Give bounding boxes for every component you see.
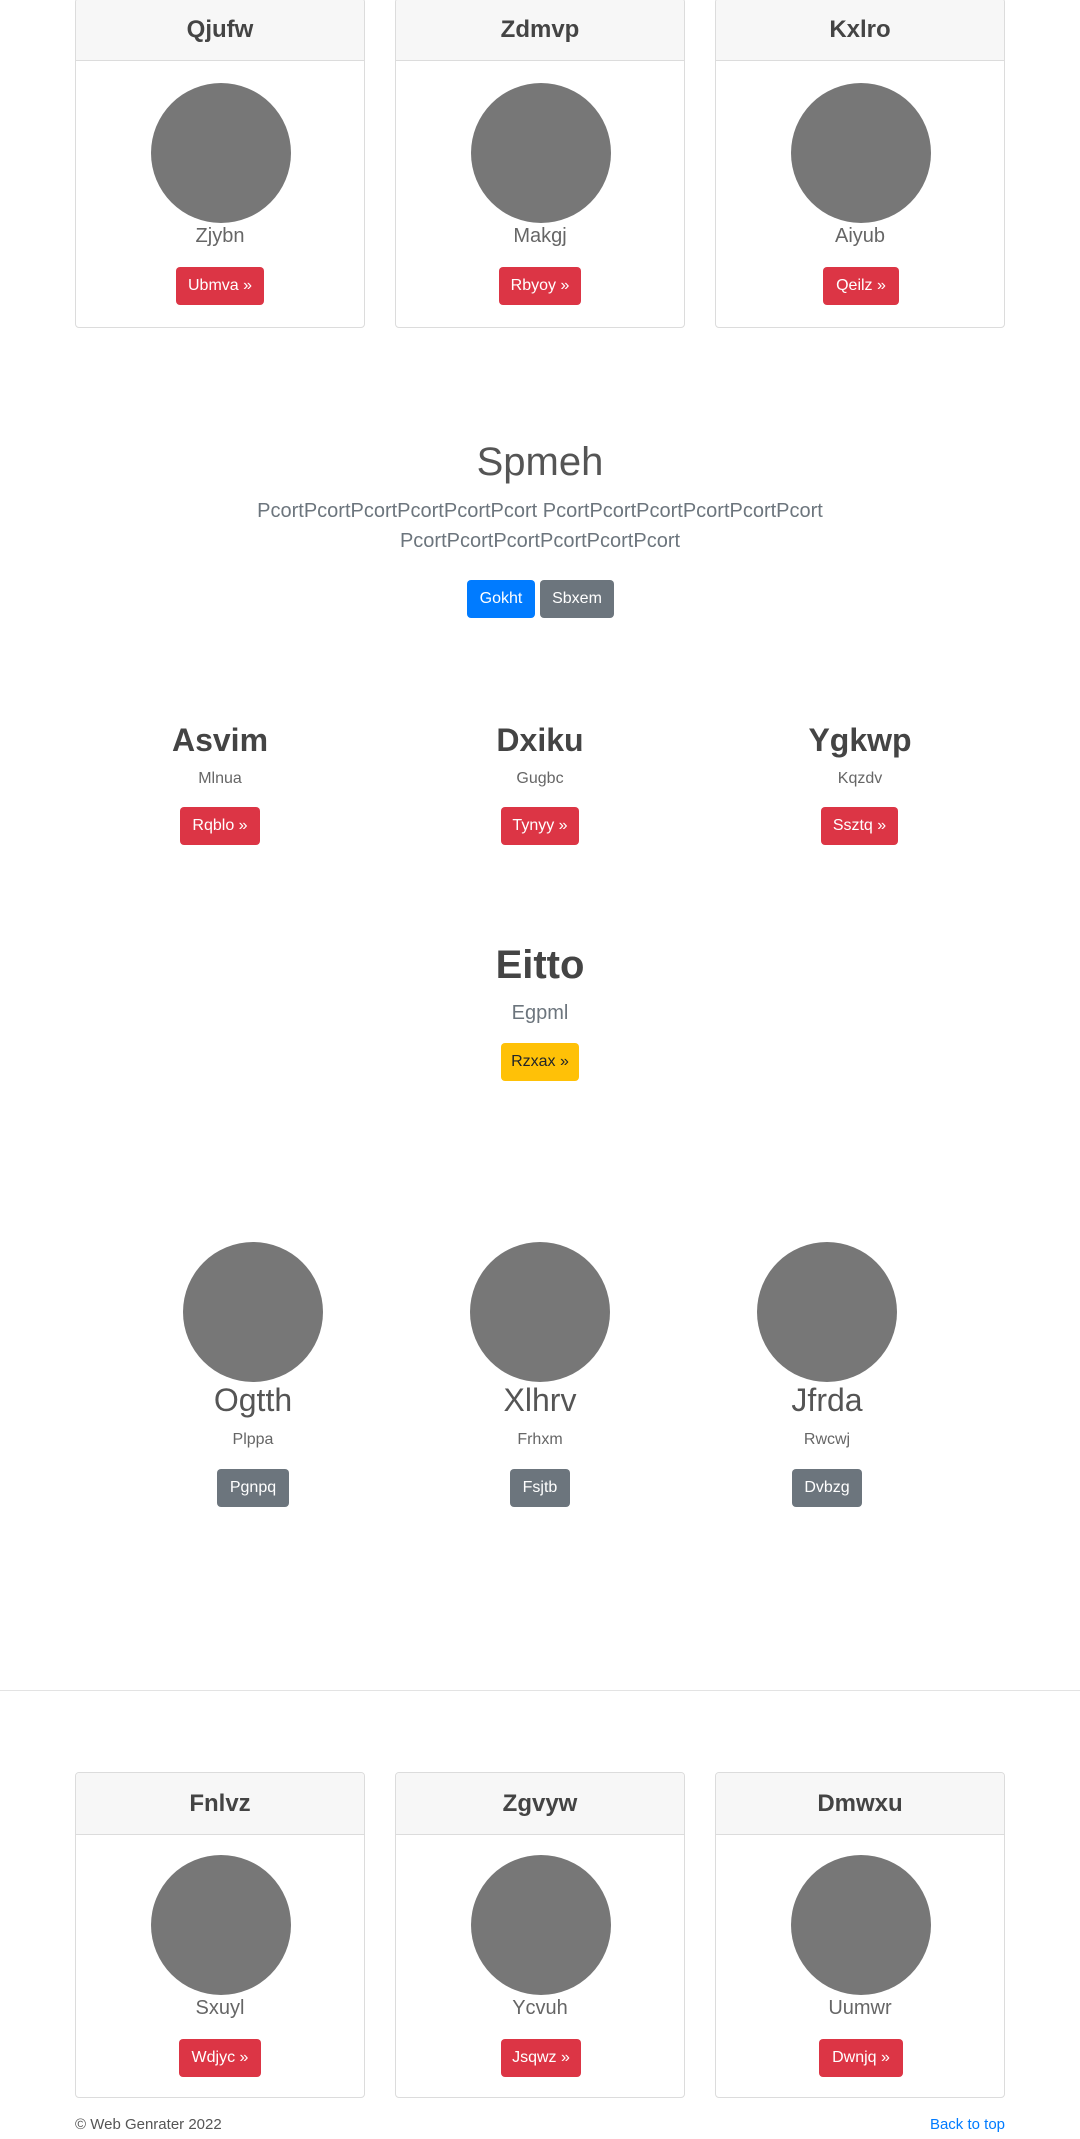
card-button[interactable]: Qeilz »	[823, 267, 899, 305]
avatar-placeholder	[471, 83, 611, 223]
feature-subtitle: Gugbc	[516, 770, 564, 787]
bottom-card-1: Fnlvz Sxuyl Wdjyc »	[75, 1772, 365, 2098]
card-button[interactable]: Rbyoy »	[499, 267, 581, 305]
card-title: Dmwxu	[716, 1773, 1004, 1835]
card-title: Qjufw	[76, 0, 364, 61]
profile-subtitle: Rwcwj	[803, 1431, 851, 1448]
card-title: Zdmvp	[396, 0, 684, 61]
profile-name: Xlhrv	[503, 1382, 577, 1418]
profile-avatar	[183, 1242, 323, 1382]
profile-subtitle: Plppa	[232, 1431, 274, 1448]
card-title: Kxlro	[716, 0, 1004, 61]
avatar-placeholder	[151, 1855, 291, 1995]
feature-button[interactable]: Tynyy »	[501, 807, 579, 845]
profile-name: Jfrda	[791, 1382, 863, 1418]
top-card-2: Zdmvp Makgj Rbyoy »	[395, 0, 685, 328]
feature-title: Ygkwp	[808, 722, 912, 758]
feature-button[interactable]: Rqblo »	[180, 807, 260, 845]
section-divider	[0, 1690, 1080, 1691]
callout-button[interactable]: Rzxax »	[501, 1043, 579, 1081]
card-title: Fnlvz	[76, 1773, 364, 1835]
card-subtitle: Ycvuh	[512, 1997, 568, 2019]
callout-subtitle: Egpml	[511, 1002, 569, 1024]
feature-title: Dxiku	[496, 722, 584, 758]
avatar-placeholder	[471, 1855, 611, 1995]
hero-primary-button[interactable]: Gokht	[467, 580, 535, 618]
feature-subtitle: Kqzdv	[837, 770, 883, 787]
avatar-placeholder	[151, 83, 291, 223]
profile-button[interactable]: Dvbzg	[792, 1469, 862, 1507]
card-button[interactable]: Wdjyc »	[179, 2039, 261, 2077]
profile-subtitle: Frhxm	[517, 1431, 563, 1448]
top-card-1: Qjufw Zjybn Ubmva »	[75, 0, 365, 328]
profile-button[interactable]: Pgnpq	[217, 1469, 289, 1507]
bottom-card-3: Dmwxu Uumwr Dwnjq »	[715, 1772, 1005, 2098]
avatar-placeholder	[791, 83, 931, 223]
profile-avatar	[757, 1242, 897, 1382]
profile-name: Ogtth	[213, 1382, 293, 1418]
card-subtitle: Zjybn	[195, 225, 245, 247]
callout-title: Eitto	[495, 943, 585, 987]
card-button[interactable]: Ubmva »	[176, 267, 264, 305]
card-subtitle: Aiyub	[834, 225, 886, 247]
top-card-3: Kxlro Aiyub Qeilz »	[715, 0, 1005, 328]
card-button[interactable]: Dwnjq »	[819, 2039, 903, 2077]
feature-button[interactable]: Ssztq »	[821, 807, 898, 845]
bottom-card-2: Zgvyw Ycvuh Jsqwz »	[395, 1772, 685, 2098]
avatar-placeholder	[791, 1855, 931, 1995]
footer-copyright: © Web Genrater 2022	[75, 2116, 222, 2133]
hero-title: Spmeh	[476, 440, 604, 484]
profile-button[interactable]: Fsjtb	[510, 1469, 570, 1507]
hero-line-1: PcortPcortPcortPcortPcortPcort PcortPcor…	[257, 500, 823, 522]
profile-avatar	[470, 1242, 610, 1382]
back-to-top-link[interactable]: Back to top	[930, 2116, 1005, 2133]
hero-secondary-button[interactable]: Sbxem	[540, 580, 614, 618]
card-subtitle: Makgj	[513, 225, 567, 247]
card-title: Zgvyw	[396, 1773, 684, 1835]
card-subtitle: Sxuyl	[195, 1997, 245, 2019]
feature-title: Asvim	[171, 722, 269, 758]
hero-line-2: PcortPcortPcortPcortPcortPcort	[399, 530, 681, 552]
card-button[interactable]: Jsqwz »	[501, 2039, 581, 2077]
feature-subtitle: Mlnua	[198, 770, 242, 787]
card-subtitle: Uumwr	[828, 1997, 892, 2019]
